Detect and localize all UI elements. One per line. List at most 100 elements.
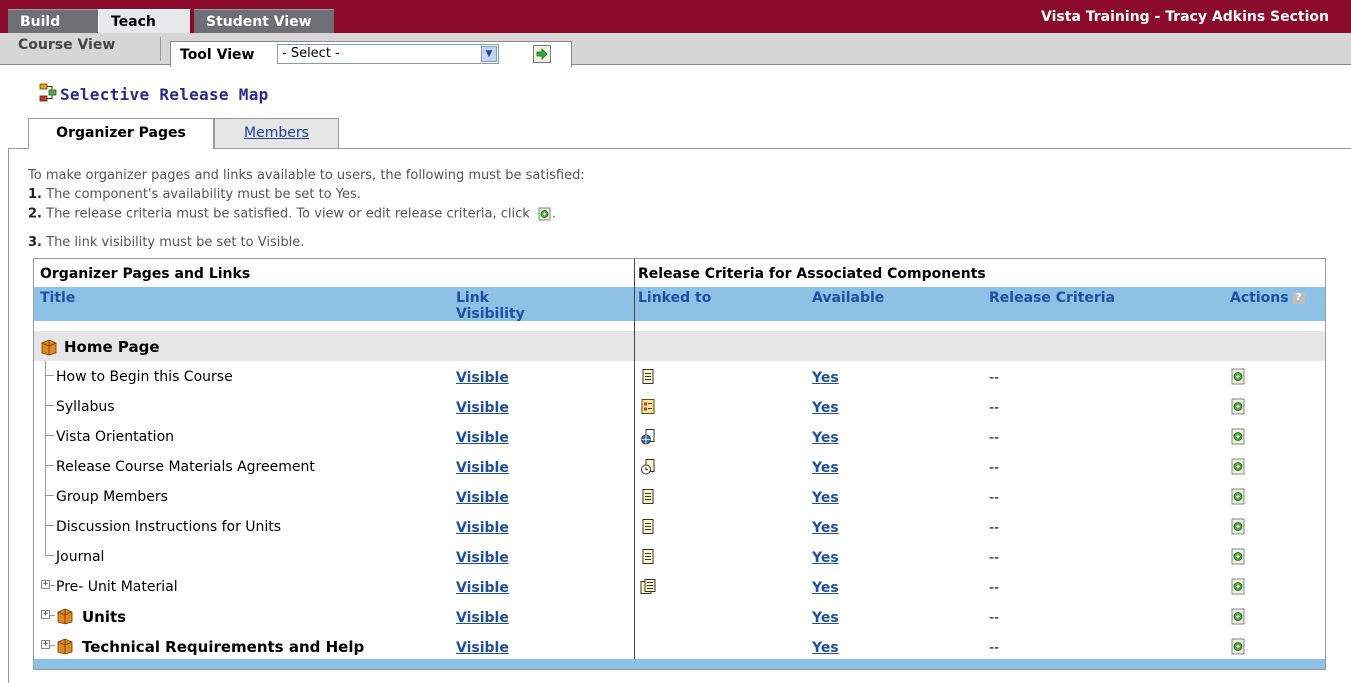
tree-connector xyxy=(50,585,55,586)
tree-connector xyxy=(46,555,54,556)
available-link[interactable]: Yes xyxy=(812,550,839,566)
tree-connector xyxy=(50,615,55,616)
release-criteria-action-icon[interactable] xyxy=(1229,458,1247,476)
release-criteria-action-icon[interactable] xyxy=(1229,638,1247,656)
page-icon xyxy=(642,369,654,384)
tree-connector xyxy=(45,361,46,391)
visibility-link[interactable]: Visible xyxy=(456,430,509,446)
release-criteria-value: -- xyxy=(989,550,1000,566)
col-linked-to[interactable]: Linked to xyxy=(638,290,711,306)
tree-connector xyxy=(46,435,54,436)
tool-view-label: Tool View xyxy=(180,47,255,63)
release-map-table: Organizer Pages and Links Release Criter… xyxy=(33,258,1326,670)
release-criteria-action-icon[interactable] xyxy=(1229,548,1247,566)
group-row-home-page[interactable]: Home Page xyxy=(34,331,1325,361)
folder-icon xyxy=(41,339,57,356)
available-link[interactable]: Yes xyxy=(812,640,839,656)
available-link[interactable]: Yes xyxy=(812,580,839,596)
release-criteria-value: -- xyxy=(989,430,1000,446)
release-criteria-action-icon[interactable] xyxy=(1229,368,1247,386)
available-link[interactable]: Yes xyxy=(812,430,839,446)
header-organizer-pages: Organizer Pages and Links xyxy=(40,266,251,282)
expand-icon[interactable]: + xyxy=(41,640,50,649)
release-criteria-action-icon[interactable] xyxy=(1229,488,1247,506)
visibility-link[interactable]: Visible xyxy=(456,610,509,626)
assessment-icon xyxy=(641,459,655,475)
col-title[interactable]: Title xyxy=(40,290,75,306)
visibility-link[interactable]: Visible xyxy=(456,370,509,386)
go-button[interactable] xyxy=(533,45,551,63)
web-link-icon xyxy=(641,429,655,445)
release-criteria-action-icon[interactable] xyxy=(1229,518,1247,536)
tab-members-label[interactable]: Members xyxy=(244,125,309,141)
tree-connector xyxy=(46,465,54,466)
tree-connector xyxy=(46,375,54,376)
available-link[interactable]: Yes xyxy=(812,490,839,506)
table-row[interactable]: Journal Visible Yes -- xyxy=(34,541,1325,571)
help-icon[interactable]: ? xyxy=(1292,292,1305,304)
table-row[interactable]: Syllabus Visible Yes -- xyxy=(34,391,1325,421)
tree-connector xyxy=(50,645,55,646)
view-toolbar: Course View Tool View - Select - ▼ xyxy=(0,33,1351,67)
folder-icon xyxy=(57,638,73,655)
visibility-link[interactable]: Visible xyxy=(456,640,509,656)
chevron-down-icon[interactable]: ▼ xyxy=(481,46,497,62)
visibility-link[interactable]: Visible xyxy=(456,520,509,536)
table-row[interactable]: Discussion Instructions for Units Visible… xyxy=(34,511,1325,541)
tree-connector xyxy=(45,451,46,481)
tab-members[interactable]: Members xyxy=(214,118,339,148)
tree-connector xyxy=(45,511,46,541)
table-row[interactable]: + Units Visible Yes -- xyxy=(34,601,1325,631)
visibility-link[interactable]: Visible xyxy=(456,550,509,566)
step-number: 3. xyxy=(28,235,42,250)
release-criteria-value: -- xyxy=(989,640,1000,656)
tool-select-dropdown[interactable]: - Select - ▼ xyxy=(277,44,499,64)
available-link[interactable]: Yes xyxy=(812,460,839,476)
tree-connector xyxy=(45,421,46,451)
instructions-intro: To make organizer pages and links availa… xyxy=(28,168,585,183)
release-criteria-value: -- xyxy=(989,460,1000,476)
step-text: The component's availability must be set… xyxy=(46,187,361,202)
row-title: Pre- Unit Material xyxy=(56,579,178,595)
visibility-link[interactable]: Visible xyxy=(456,400,509,416)
col-link-visibility[interactable]: Link Visibility xyxy=(456,290,525,322)
tab-build[interactable]: Build xyxy=(8,9,98,33)
release-criteria-action-icon[interactable] xyxy=(1229,398,1247,416)
col-link-visibility-line2: Visibility xyxy=(456,306,525,322)
release-criteria-value: -- xyxy=(989,610,1000,626)
available-link[interactable]: Yes xyxy=(812,370,839,386)
table-row[interactable]: + Pre- Unit Material Visible Yes -- xyxy=(34,571,1325,601)
tab-student-view[interactable]: Student View xyxy=(194,9,334,33)
expand-icon[interactable]: + xyxy=(41,580,50,589)
available-link[interactable]: Yes xyxy=(812,610,839,626)
row-title: Group Members xyxy=(56,489,168,505)
tab-organizer-pages[interactable]: Organizer Pages xyxy=(28,118,214,149)
release-criteria-action-icon[interactable] xyxy=(1229,608,1247,626)
expand-icon[interactable]: + xyxy=(41,610,50,619)
release-criteria-value: -- xyxy=(989,580,1000,596)
step-text: The link visibility must be set to Visib… xyxy=(46,235,305,250)
available-link[interactable]: Yes xyxy=(812,400,839,416)
step-number: 2. xyxy=(28,206,42,222)
release-criteria-value: -- xyxy=(989,400,1000,416)
col-available[interactable]: Available xyxy=(812,290,884,306)
visibility-link[interactable]: Visible xyxy=(456,460,509,476)
table-row[interactable]: Release Course Materials Agreement Visibl… xyxy=(34,451,1325,481)
table-row[interactable]: Vista Orientation Visible Yes -- xyxy=(34,421,1325,451)
table-row[interactable]: Group Members Visible Yes -- xyxy=(34,481,1325,511)
row-title: Discussion Instructions for Units xyxy=(56,519,282,535)
col-release-criteria[interactable]: Release Criteria xyxy=(989,290,1115,306)
folder-icon xyxy=(57,608,73,625)
row-title: Technical Requirements and Help xyxy=(82,638,365,656)
visibility-link[interactable]: Visible xyxy=(456,490,509,506)
visibility-link[interactable]: Visible xyxy=(456,580,509,596)
available-link[interactable]: Yes xyxy=(812,520,839,536)
release-criteria-action-icon[interactable] xyxy=(1229,428,1247,446)
row-title: Syllabus xyxy=(56,399,115,415)
table-row[interactable]: + Technical Requirements and Help Visible Y… xyxy=(34,631,1325,661)
page-icon xyxy=(642,489,654,504)
tab-teach[interactable]: Teach xyxy=(98,9,190,33)
course-view-tab[interactable]: Course View xyxy=(18,37,115,53)
table-row[interactable]: How to Begin this Course Visible Yes -- xyxy=(34,361,1325,391)
release-criteria-action-icon[interactable] xyxy=(1229,578,1247,596)
